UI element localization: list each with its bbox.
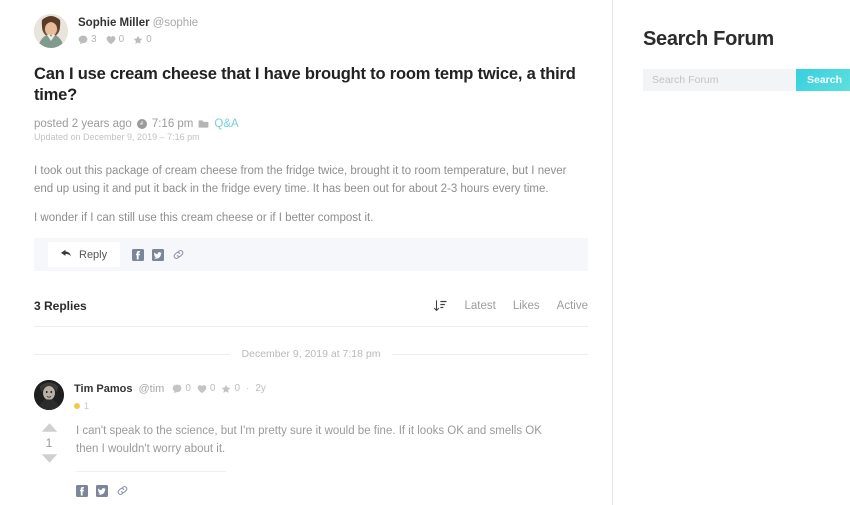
sidebar: Search Forum Search bbox=[613, 0, 850, 505]
link-icon[interactable] bbox=[172, 248, 185, 261]
sort-tab-latest[interactable]: Latest bbox=[464, 300, 495, 312]
posted-time: 7:16 pm bbox=[151, 118, 194, 130]
topic-share-icons bbox=[132, 248, 185, 261]
twitter-icon[interactable] bbox=[96, 484, 108, 502]
star-stat: 0 bbox=[133, 34, 152, 45]
updated-line: Updated on December 9, 2019 – 7:16 pm bbox=[34, 132, 200, 142]
comment-icon bbox=[78, 35, 88, 44]
star-icon bbox=[222, 384, 231, 393]
date-divider: December 9, 2019 at 7:18 pm bbox=[34, 348, 589, 360]
topic-author-block: Sophie Miller @sophie 3 0 0 bbox=[78, 14, 198, 45]
reply-star-stat: 0 bbox=[221, 382, 240, 396]
upvote-button[interactable] bbox=[41, 422, 58, 433]
comment-stat: 3 bbox=[78, 34, 97, 45]
reply-star-count: 0 bbox=[234, 383, 241, 394]
clock-icon bbox=[136, 119, 147, 129]
forum-page: Sophie Miller @sophie 3 0 0 Can I use cr… bbox=[0, 0, 850, 505]
twitter-icon[interactable] bbox=[152, 248, 165, 261]
replies-header: 3 Replies Latest Likes Active bbox=[34, 299, 588, 327]
reply-button-label: Reply bbox=[79, 248, 108, 261]
reply-author-block: Tim Pamos @tim 0 0 0 · 2y 1 bbox=[74, 380, 266, 411]
avatar[interactable] bbox=[34, 380, 64, 410]
folder-icon bbox=[198, 119, 209, 129]
search-button[interactable]: Search bbox=[796, 69, 850, 91]
replies-count: 3 Replies bbox=[34, 299, 87, 313]
author-handle[interactable]: @sophie bbox=[153, 17, 199, 29]
main-content-column: Sophie Miller @sophie 3 0 0 Can I use cr… bbox=[0, 0, 613, 505]
category-link[interactable]: Q&A bbox=[214, 118, 238, 130]
reply-header: Tim Pamos @tim 0 0 0 · 2y 1 bbox=[34, 380, 588, 411]
comment-count: 3 bbox=[91, 34, 97, 45]
topic-action-bar: Reply bbox=[34, 238, 588, 271]
search-form: Search bbox=[643, 69, 850, 91]
page-title: Can I use cream cheese that I have broug… bbox=[34, 65, 576, 104]
reply-separator: · bbox=[246, 383, 250, 394]
reply-meta-line: Tim Pamos @tim 0 0 0 · 2y bbox=[74, 382, 266, 396]
sort-controls: Latest Likes Active bbox=[433, 299, 588, 313]
sort-descending-icon[interactable] bbox=[433, 299, 447, 313]
post-paragraph: I wonder if I can still use this cream c… bbox=[34, 212, 374, 224]
sidebar-title: Search Forum bbox=[643, 28, 774, 50]
divider-rule-left bbox=[34, 353, 230, 355]
rank-badge-icon bbox=[74, 403, 80, 409]
avatar[interactable] bbox=[34, 14, 68, 48]
vote-widget: 1 bbox=[34, 418, 64, 502]
reply-comment-stat: 0 bbox=[172, 382, 191, 396]
heart-icon bbox=[106, 35, 115, 44]
facebook-icon[interactable] bbox=[132, 248, 145, 261]
avatar-image-tim bbox=[34, 380, 64, 410]
star-count: 0 bbox=[146, 34, 152, 45]
posted-ago: posted 2 years ago bbox=[34, 118, 132, 130]
vote-score: 1 bbox=[45, 436, 53, 450]
downvote-button[interactable] bbox=[41, 453, 58, 464]
reply-author-handle[interactable]: @tim bbox=[139, 382, 165, 396]
sort-tab-likes[interactable]: Likes bbox=[513, 300, 540, 312]
sort-tab-active[interactable]: Active bbox=[557, 300, 588, 312]
topic-header: Sophie Miller @sophie 3 0 0 bbox=[34, 14, 588, 48]
post-paragraph: I took out this package of cream cheese … bbox=[34, 165, 567, 195]
reply-body-row: 1 I can't speak to the science, but I'm … bbox=[34, 418, 588, 502]
facebook-icon[interactable] bbox=[76, 484, 88, 502]
reply-item: Tim Pamos @tim 0 0 0 · 2y 1 1 I can't sp… bbox=[34, 380, 588, 505]
topic-stats-row: 3 0 0 bbox=[78, 34, 198, 45]
reply-arrow-icon bbox=[61, 248, 72, 262]
reply-share-icons bbox=[76, 471, 226, 502]
reply-button[interactable]: Reply bbox=[48, 242, 121, 267]
reply-comment-count: 0 bbox=[185, 383, 191, 394]
avatar-image-sophie bbox=[34, 14, 68, 48]
like-stat: 0 bbox=[106, 34, 125, 45]
reply-badge-row: 1 bbox=[74, 401, 266, 411]
rank-badge-count: 1 bbox=[84, 401, 90, 411]
reply-author-name[interactable]: Tim Pamos bbox=[74, 382, 133, 396]
reply-text: I can't speak to the science, but I'm pr… bbox=[76, 425, 542, 455]
reply-age: 2y bbox=[255, 383, 266, 394]
reply-like-stat: 0 bbox=[197, 382, 216, 396]
like-count: 0 bbox=[118, 34, 125, 45]
star-icon bbox=[133, 35, 143, 44]
reply-content: I can't speak to the science, but I'm pr… bbox=[76, 418, 588, 502]
link-icon[interactable] bbox=[116, 484, 129, 502]
divider-date-text: December 9, 2019 at 7:18 pm bbox=[241, 348, 381, 360]
topic-meta: posted 2 years ago 7:16 pm Q&A bbox=[34, 118, 588, 130]
comment-icon bbox=[172, 384, 182, 394]
search-input[interactable] bbox=[643, 69, 796, 91]
post-body: I took out this package of cream cheese … bbox=[34, 162, 588, 227]
author-name[interactable]: Sophie Miller bbox=[78, 17, 150, 29]
heart-icon bbox=[197, 385, 207, 394]
author-line: Sophie Miller @sophie bbox=[78, 16, 198, 30]
divider-rule-right bbox=[392, 353, 589, 355]
reply-like-count: 0 bbox=[209, 383, 216, 394]
